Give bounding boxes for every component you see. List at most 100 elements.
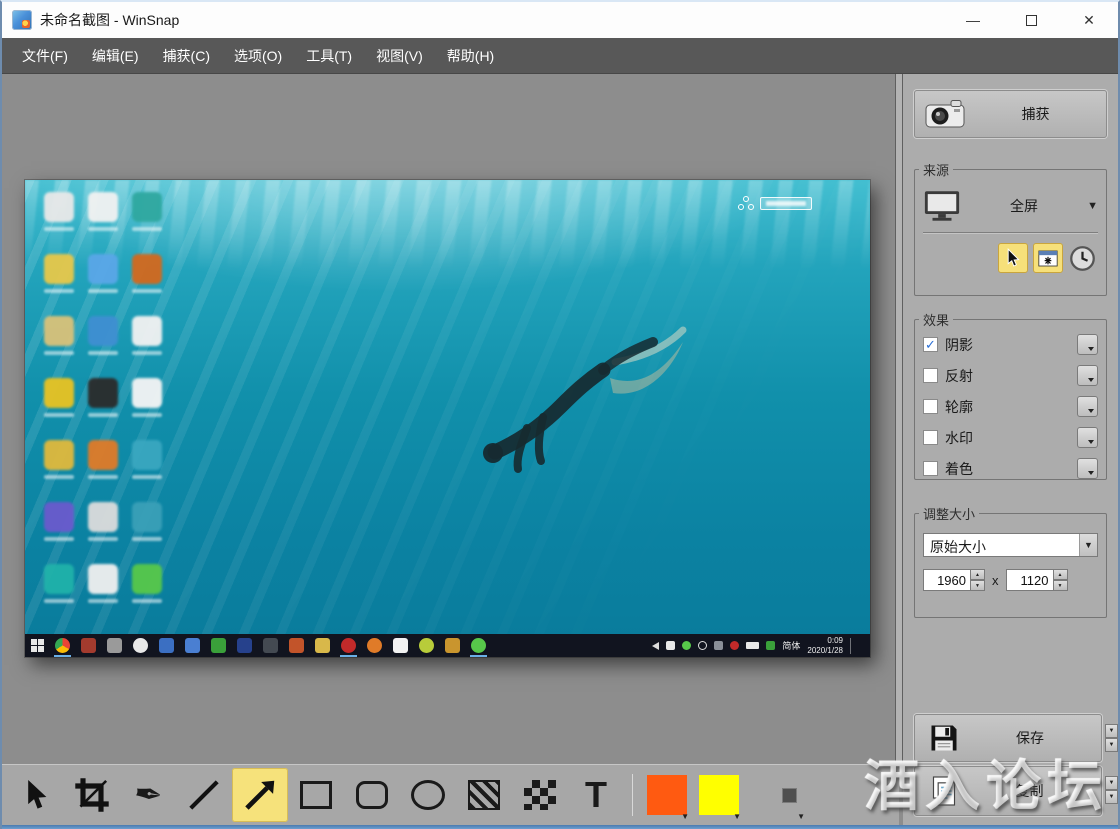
chevron-down-icon: ▼ bbox=[1079, 534, 1097, 556]
source-mode-value: 全屏 bbox=[961, 196, 1087, 216]
copy-button[interactable]: 复制 bbox=[914, 766, 1102, 816]
mosaic-icon bbox=[524, 780, 556, 810]
close-button[interactable]: ✕ bbox=[1060, 2, 1118, 38]
primary-color-fill bbox=[647, 775, 687, 815]
capture-button[interactable]: 捕获 bbox=[914, 90, 1107, 138]
tool-crop-button[interactable] bbox=[64, 768, 120, 822]
select-cursor-icon bbox=[23, 779, 49, 811]
winsnap-window: 未命名截图 - WinSnap — ✕ 文件(F) 编辑(E) 捕获(C) 选项… bbox=[0, 0, 1120, 829]
tool-rectangle-button[interactable] bbox=[288, 768, 344, 822]
upload-badge bbox=[738, 196, 812, 210]
tool-line-button[interactable] bbox=[176, 768, 232, 822]
source-legend: 来源 bbox=[919, 160, 953, 179]
tool-text-button[interactable]: T bbox=[568, 768, 624, 822]
tool-select-button[interactable] bbox=[8, 768, 64, 822]
width-stepper[interactable]: ▲▼ bbox=[971, 569, 985, 591]
primary-color-swatch[interactable]: ▼ bbox=[641, 768, 693, 822]
effect-checkbox[interactable] bbox=[923, 337, 938, 352]
taskbar-app-icon bbox=[419, 638, 434, 653]
line-size-swatch[interactable]: ▼ bbox=[763, 768, 815, 822]
height-stepper[interactable]: ▲▼ bbox=[1054, 569, 1068, 591]
volume-icon bbox=[652, 642, 659, 650]
captured-screenshot[interactable]: 简体 0:09 2020/1/28 bbox=[25, 180, 870, 657]
pen-icon: ✒ bbox=[132, 776, 165, 814]
save-dropdown-button[interactable]: ▼▼ bbox=[1105, 724, 1118, 752]
desktop-icon bbox=[125, 560, 169, 622]
taskbar-app-icon bbox=[367, 638, 382, 653]
effect-label: 水印 bbox=[945, 428, 1077, 448]
menu-tools[interactable]: 工具(T) bbox=[294, 39, 364, 73]
save-button[interactable]: 保存 bbox=[914, 714, 1102, 762]
chevron-down-icon: ▼ bbox=[681, 812, 689, 821]
battery-icon bbox=[746, 642, 759, 649]
desktop-icon bbox=[37, 312, 81, 374]
desktop-icons bbox=[37, 188, 169, 622]
effect-settings-button[interactable] bbox=[1077, 396, 1098, 417]
minimize-button[interactable]: — bbox=[944, 2, 1002, 38]
tool-pen-button[interactable]: ✒ bbox=[120, 768, 176, 822]
effect-checkbox[interactable] bbox=[923, 430, 938, 445]
effect-settings-button[interactable] bbox=[1077, 427, 1098, 448]
desktop-icon bbox=[37, 560, 81, 622]
taskbar-app-icon bbox=[81, 638, 96, 653]
panel-splitter[interactable] bbox=[895, 74, 903, 764]
menu-view[interactable]: 视图(V) bbox=[364, 39, 435, 73]
menu-options[interactable]: 选项(O) bbox=[222, 39, 294, 73]
tray-icon bbox=[766, 641, 775, 650]
capture-window-toggle[interactable] bbox=[1033, 243, 1063, 273]
desktop-icon bbox=[125, 250, 169, 312]
menu-help[interactable]: 帮助(H) bbox=[435, 39, 506, 73]
taskbar-app-icon bbox=[159, 638, 174, 653]
effect-checkbox[interactable] bbox=[923, 399, 938, 414]
taskbar-app-icon bbox=[185, 638, 200, 653]
editor-canvas[interactable]: 简体 0:09 2020/1/28 bbox=[2, 74, 899, 764]
resize-group: 调整大小 原始大小 ▼ ▲▼ x ▲▼ bbox=[914, 504, 1107, 618]
menu-capture[interactable]: 捕获(C) bbox=[151, 39, 222, 73]
copy-document-icon bbox=[930, 775, 958, 807]
menu-edit[interactable]: 编辑(E) bbox=[80, 39, 151, 73]
maximize-icon bbox=[1026, 15, 1037, 26]
desktop-icon bbox=[125, 374, 169, 436]
maximize-button[interactable] bbox=[1002, 2, 1060, 38]
effect-checkbox[interactable] bbox=[923, 368, 938, 383]
desktop-icon bbox=[125, 436, 169, 498]
desktop-icon bbox=[125, 312, 169, 374]
taskbar-separator bbox=[850, 638, 851, 654]
clock-date: 2020/1/28 bbox=[807, 646, 843, 656]
effect-settings-button[interactable] bbox=[1077, 458, 1098, 479]
effect-row-watermark: 水印 bbox=[915, 422, 1106, 453]
window-star-icon bbox=[1038, 250, 1058, 267]
taskbar-app-icon bbox=[393, 638, 408, 653]
tool-arrow-button[interactable] bbox=[232, 768, 288, 822]
secondary-color-fill bbox=[699, 775, 739, 815]
effect-checkbox[interactable] bbox=[923, 461, 938, 476]
tray-icon bbox=[698, 641, 707, 650]
source-mode-select[interactable]: 全屏 ▼ bbox=[915, 179, 1106, 230]
window-bottom-border bbox=[2, 825, 1118, 829]
effects-legend: 效果 bbox=[919, 310, 953, 329]
desktop-icon bbox=[81, 188, 125, 250]
secondary-color-swatch[interactable]: ▼ bbox=[693, 768, 745, 822]
copy-dropdown-button[interactable]: ▼▼ bbox=[1105, 776, 1118, 804]
tray-icon bbox=[666, 641, 675, 650]
show-desktop-button bbox=[858, 637, 864, 655]
effect-settings-button[interactable] bbox=[1077, 334, 1098, 355]
ime-indicator: 简体 bbox=[782, 639, 800, 652]
effect-settings-button[interactable] bbox=[1077, 365, 1098, 386]
taskbar-app-icon bbox=[237, 638, 252, 653]
width-input[interactable] bbox=[923, 569, 971, 591]
right-panel: 捕获 来源 全屏 ▼ bbox=[903, 74, 1120, 825]
capture-cursor-toggle[interactable] bbox=[998, 243, 1028, 273]
effect-row-shadow: 阴影 bbox=[915, 329, 1106, 360]
taskbar-icons bbox=[55, 638, 486, 653]
start-icon bbox=[31, 639, 45, 653]
tool-mosaic-button[interactable] bbox=[512, 768, 568, 822]
tool-hatch-button[interactable] bbox=[456, 768, 512, 822]
height-input[interactable] bbox=[1006, 569, 1054, 591]
resize-preset-select[interactable]: 原始大小 ▼ bbox=[923, 533, 1098, 557]
effects-group: 效果 阴影 反射 轮廓 水印 着 bbox=[914, 310, 1107, 480]
timer-capture-button[interactable] bbox=[1068, 244, 1096, 272]
menu-file[interactable]: 文件(F) bbox=[10, 39, 80, 73]
tool-rounded-rectangle-button[interactable] bbox=[344, 768, 400, 822]
tool-ellipse-button[interactable] bbox=[400, 768, 456, 822]
